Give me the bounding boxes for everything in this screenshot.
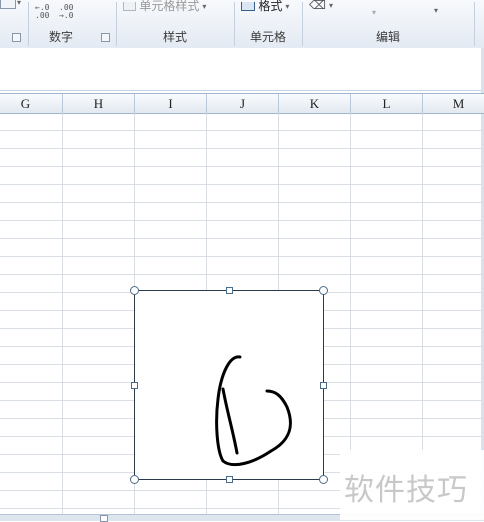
cell-styles-icon [123,2,136,12]
column-header-j[interactable]: J [207,94,279,113]
ribbon: ▾ ←.0 .00 .00 →.0 数字 单元格样式 ▾ 样式 格式 ▾ 单元格… [0,0,484,49]
chevron-down-icon: ▾ [328,1,333,11]
cells-group-label: 单元格 [249,30,286,44]
clear-button[interactable]: ⌫ ▾ [309,0,333,12]
column-header-m[interactable]: M [423,94,484,113]
number-launcher-icon[interactable] [101,33,110,42]
chevron-down-icon: ▾ [285,2,290,12]
chevron-down-icon: ▾ [202,2,207,12]
paste-options-icon[interactable] [0,0,16,9]
alignment-launcher-icon[interactable] [12,33,21,42]
resize-handle-top-right[interactable] [319,286,328,295]
increase-decimal-button[interactable]: ←.0 .00 [35,4,55,20]
ink-drawing-box[interactable] [130,286,328,484]
column-header-k[interactable]: K [279,94,351,113]
styles-group-label: 样式 [162,30,187,44]
format-icon [241,2,255,12]
cells-group: 格式 ▾ 单元格 [235,0,301,48]
column-header-i[interactable]: I [135,94,207,113]
formula-bar[interactable] [0,48,484,91]
editing-group: ⌫ ▾ ▾ ▾ 编辑 [303,0,473,48]
cell-styles-button[interactable]: 单元格样式 ▾ [123,0,206,14]
resize-handle-left[interactable] [131,382,138,389]
find-select-chevron-icon[interactable]: ▾ [434,6,438,15]
handwritten-six-stroke [215,355,292,467]
eraser-icon: ⌫ [309,0,326,12]
watermark: 软件技巧 [340,450,484,520]
chevron-down-icon[interactable]: ▾ [17,0,21,7]
increase-decimal-icon: ←.0 .00 [35,3,50,20]
resize-handle-top[interactable] [226,287,233,294]
resize-handle-top-left[interactable] [130,286,139,295]
sort-filter-chevron-icon[interactable]: ▾ [372,8,376,17]
decrease-decimal-icon: .00 →.0 [59,3,74,20]
column-header-h[interactable]: H [63,94,135,113]
format-label: 格式 [258,0,283,13]
resize-handle-bottom[interactable] [226,476,233,483]
styles-group: 单元格样式 ▾ 样式 [117,0,233,48]
group-separator [474,2,475,46]
watermark-text: 软件技巧 [344,473,468,508]
cell-styles-label: 单元格样式 [139,0,200,13]
decrease-decimal-button[interactable]: .00 →.0 [59,4,79,20]
format-button[interactable]: 格式 ▾ [241,0,289,14]
editing-group-label: 编辑 [375,30,400,44]
column-header-l[interactable]: L [351,94,423,113]
column-header-row: G H I J K L M [0,93,484,114]
resize-handle-bottom-right[interactable] [319,475,328,484]
scroll-thumb[interactable] [100,515,108,522]
column-header-g[interactable]: G [0,94,63,113]
resize-handle-right[interactable] [320,382,327,389]
resize-handle-bottom-left[interactable] [130,475,139,484]
number-group: ←.0 .00 .00 →.0 数字 [29,0,115,48]
